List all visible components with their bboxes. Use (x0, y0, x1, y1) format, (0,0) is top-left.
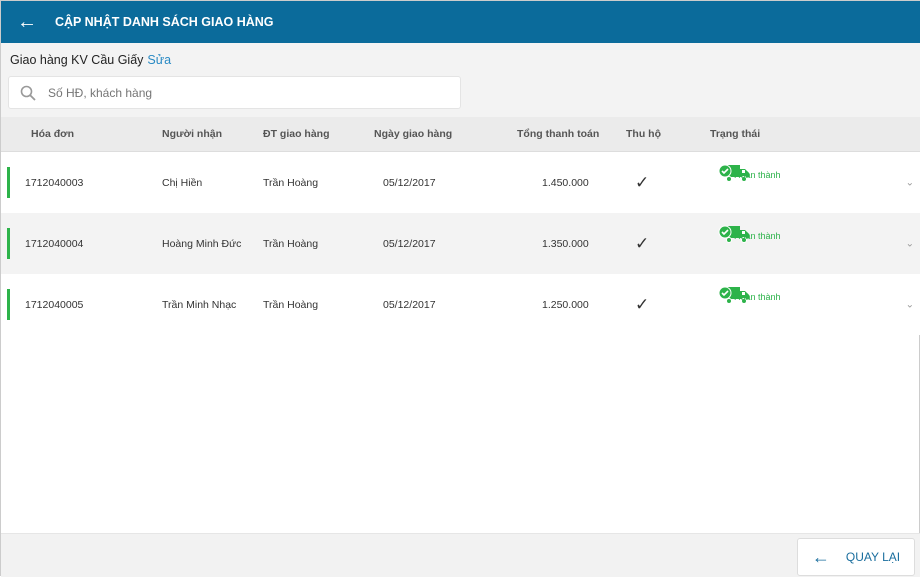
back-arrow-icon[interactable]: ← (1, 11, 53, 34)
status-label: Hoàn thành (734, 169, 781, 180)
total: 1.450.000 (542, 176, 589, 189)
table-header: Hóa đơn Người nhận ĐT giao hàng Ngày gia… (1, 117, 920, 152)
col-shipper: ĐT giao hàng (263, 128, 330, 140)
invoice-number: 1712040003 (25, 176, 84, 189)
search-input[interactable] (48, 85, 428, 100)
col-total: Tổng thanh toán (517, 128, 600, 140)
delivery-date: 05/12/2017 (383, 237, 436, 250)
back-button[interactable]: ← QUAY LẠI (797, 538, 915, 576)
table-row[interactable]: 1712040004 Hoàng Minh Đức Trần Hoàng 05/… (1, 213, 920, 274)
search-icon (20, 85, 36, 101)
area-name: Giao hàng KV Cầu Giấy (10, 53, 144, 67)
col-recipient: Người nhận (162, 128, 222, 140)
col-collected: Thu hộ (626, 128, 661, 140)
chevron-down-icon[interactable]: ⌄ (906, 238, 914, 249)
recipient: Hoàng Minh Đức (162, 237, 242, 250)
table-row[interactable]: 1712040003 Chị Hiền Trần Hoàng 05/12/201… (1, 152, 920, 213)
status-badge: Hoàn thành (707, 164, 781, 185)
shipper: Trần Hoàng (263, 176, 319, 189)
row-indicator (7, 167, 10, 198)
invoice-number: 1712040004 (25, 237, 84, 250)
check-icon: ✓ (635, 172, 650, 192)
status-label: Hoàn thành (734, 230, 781, 241)
page-title: CẬP NHẬT DANH SÁCH GIAO HÀNG (55, 15, 274, 29)
col-status: Trạng thái (710, 128, 761, 140)
shipper: Trần Hoàng (263, 237, 319, 250)
col-invoice: Hóa đơn (31, 128, 75, 140)
check-icon: ✓ (635, 233, 650, 253)
row-indicator (7, 289, 10, 320)
delivery-date: 05/12/2017 (383, 176, 436, 189)
recipient: Chị Hiền (162, 176, 203, 189)
chevron-down-icon[interactable]: ⌄ (906, 299, 914, 310)
total: 1.250.000 (542, 298, 589, 311)
status-badge: Hoàn thành (707, 225, 781, 246)
search-box[interactable] (8, 76, 461, 109)
arrow-left-icon: ← (811, 546, 830, 567)
recipient: Trần Minh Nhạc (162, 298, 237, 311)
delivery-date: 05/12/2017 (383, 298, 436, 311)
footer: ← QUAY LẠI (1, 533, 920, 577)
check-icon: ✓ (635, 294, 650, 314)
col-date: Ngày giao hàng (374, 128, 453, 140)
edit-link[interactable]: Sửa (147, 53, 171, 67)
shipper: Trần Hoàng (263, 298, 319, 311)
total: 1.350.000 (542, 237, 589, 250)
table-row[interactable]: 1712040005 Trần Minh Nhạc Trần Hoàng 05/… (1, 274, 920, 335)
status-label: Hoàn thành (734, 291, 781, 302)
filter-section: Giao hàng KV Cầu Giấy Sửa (1, 43, 920, 117)
back-button-label: QUAY LẠI (845, 550, 901, 564)
chevron-down-icon[interactable]: ⌄ (906, 177, 914, 188)
status-badge: Hoàn thành (707, 286, 781, 307)
invoice-number: 1712040005 (25, 298, 84, 311)
area-label: Giao hàng KV Cầu Giấy Sửa (10, 53, 171, 67)
row-indicator (7, 228, 10, 259)
app-header: ← CẬP NHẬT DANH SÁCH GIAO HÀNG (1, 1, 920, 43)
